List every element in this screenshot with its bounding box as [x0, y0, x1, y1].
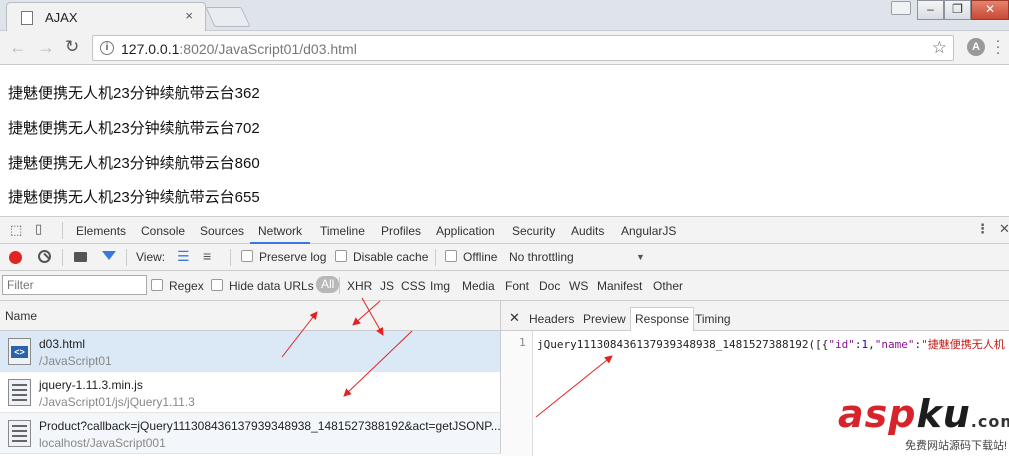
annotation-arrow [352, 300, 381, 326]
annotation-arrow [343, 330, 413, 397]
watermark-logo: aspku.com [838, 392, 1009, 436]
annotation-arrows [281, 297, 613, 418]
annotation-arrow [361, 297, 384, 336]
annotation-arrow [535, 355, 613, 418]
watermark-subtitle: 免费网站源码下载站! [905, 440, 1008, 452]
annotation-arrow [281, 311, 318, 358]
